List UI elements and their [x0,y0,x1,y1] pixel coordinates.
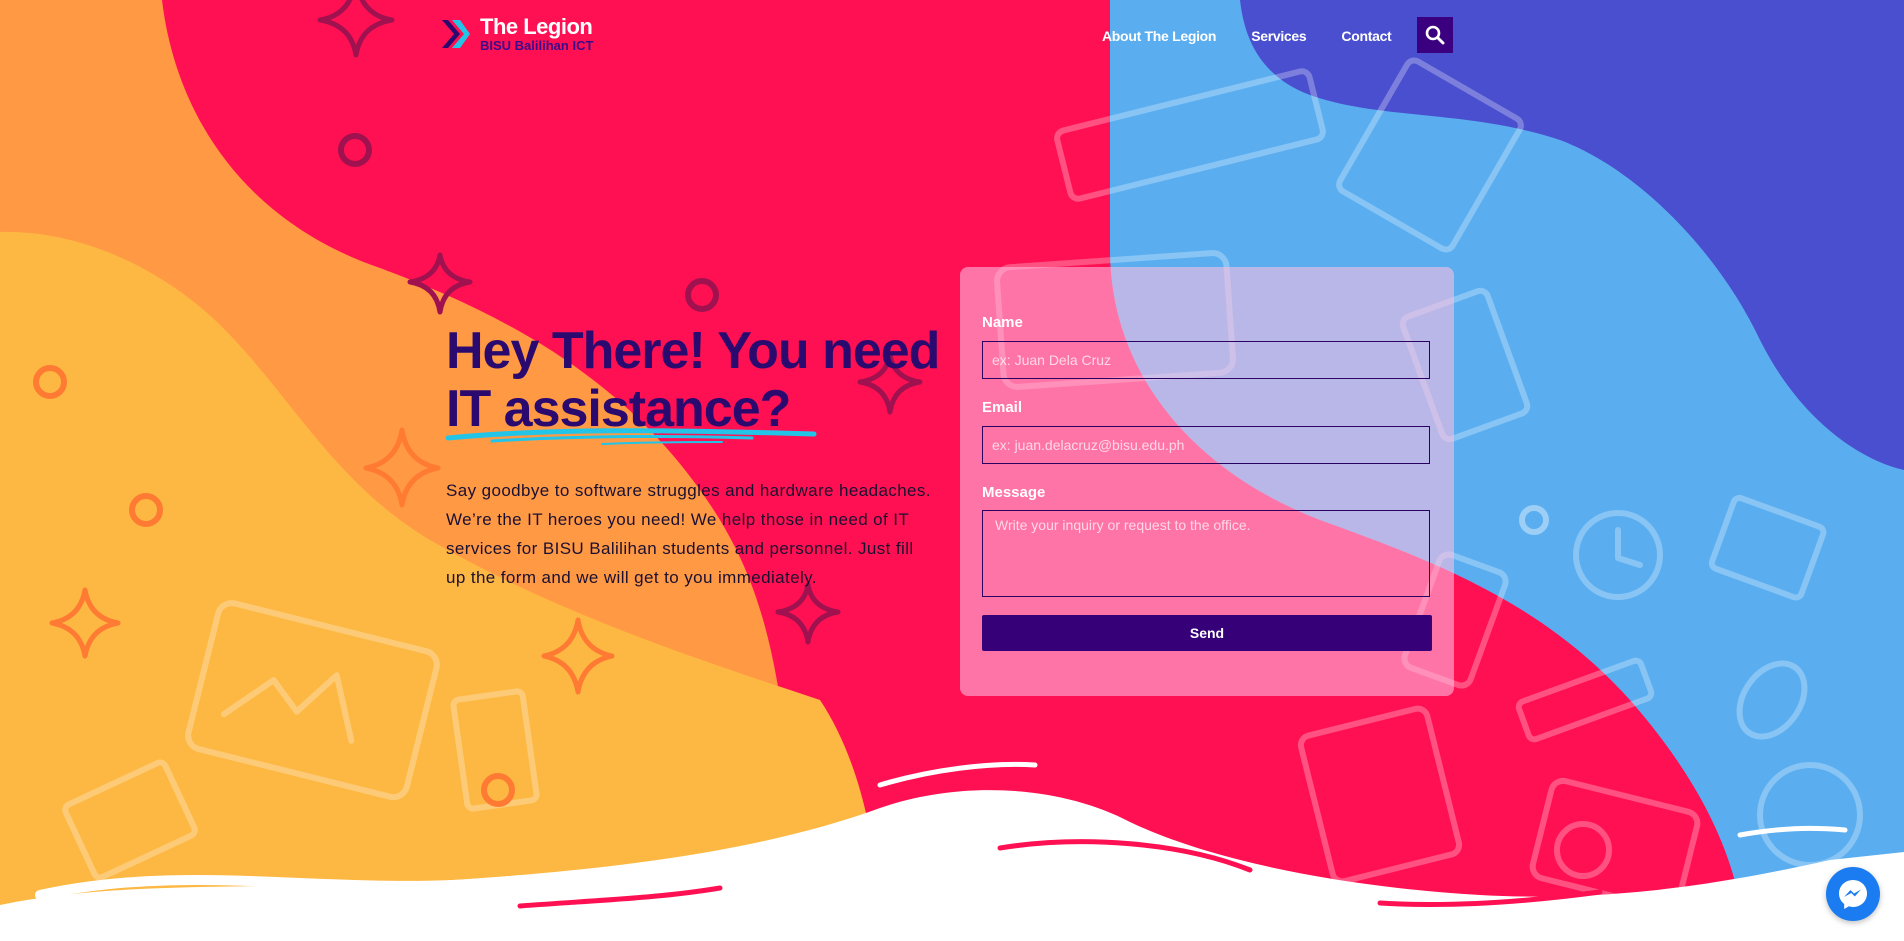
send-button[interactable]: Send [982,615,1432,651]
brand-logo[interactable]: The Legion BISU Balilihan ICT [438,14,593,54]
email-field[interactable] [982,426,1430,464]
nav-about[interactable]: About The Legion [1102,28,1216,44]
name-label: Name [982,314,1023,331]
search-icon [1425,25,1445,45]
name-field[interactable] [982,341,1430,379]
hero-heading: Hey There! You need IT assistance? [445,322,966,445]
email-label: Email [982,399,1023,416]
message-field[interactable] [982,510,1430,597]
contact-form: Name Email Message Send [960,267,1454,696]
nav-contact[interactable]: Contact [1341,28,1391,44]
brand-subtitle: BISU Balilihan ICT [480,38,594,53]
messenger-icon [1839,880,1867,909]
search-button[interactable] [1417,17,1453,53]
nav-services[interactable]: Services [1251,28,1307,44]
message-label: Message [982,484,1046,501]
main-nav: About The Legion Services Contact [1102,28,1392,44]
legion-logo-icon [442,20,470,48]
hero-background [0,0,1904,941]
hero-heading-highlight: IT assistance? [445,380,817,445]
messenger-chat-button[interactable] [1826,867,1880,921]
brush-underline [445,428,817,445]
hero-heading-main: Hey There! You need [446,322,940,380]
hero-description: Say goodbye to software struggles and ha… [446,481,931,587]
brand-title: The Legion [480,14,593,39]
